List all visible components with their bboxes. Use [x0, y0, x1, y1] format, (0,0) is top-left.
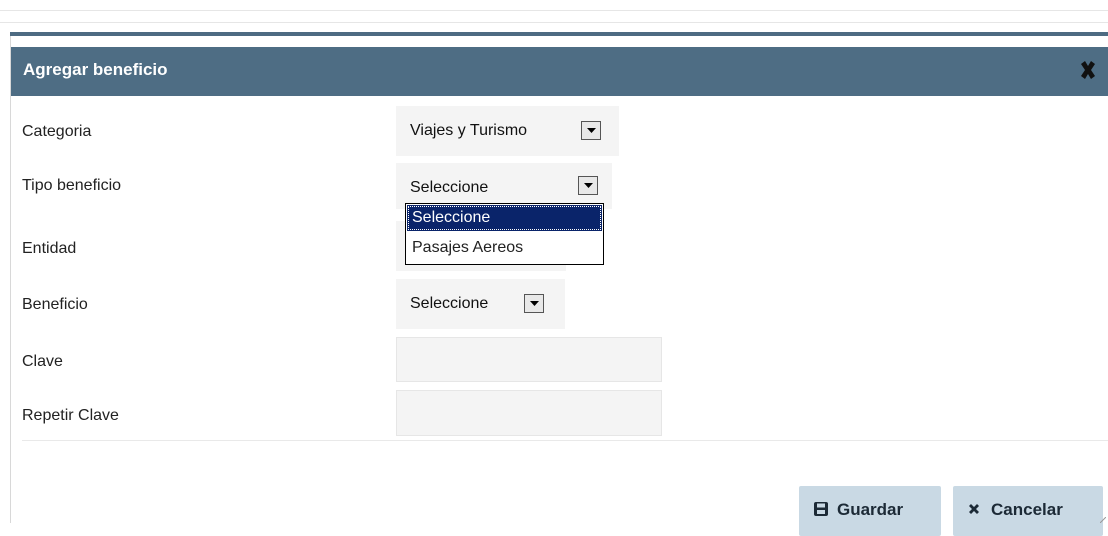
cancel-button[interactable]: Cancelar	[953, 486, 1103, 536]
tipo-beneficio-select-value: Seleccione	[410, 179, 489, 196]
chevron-down-icon[interactable]	[524, 294, 544, 313]
categoria-label: Categoria	[22, 123, 92, 140]
dropdown-option-seleccione[interactable]: Seleccione	[407, 205, 602, 231]
resize-handle-icon[interactable]	[1100, 517, 1106, 523]
cancel-button-label: Cancelar	[991, 500, 1063, 519]
x-icon	[967, 501, 981, 521]
chevron-down-icon[interactable]	[578, 176, 598, 195]
dropdown-option-pasajes-aereos[interactable]: Pasajes Aereos	[407, 235, 602, 261]
tipo-beneficio-label: Tipo beneficio	[22, 177, 122, 194]
page-background-strip	[0, 0, 1108, 28]
repetir-clave-input[interactable]	[396, 390, 662, 436]
dialog-titlebar: Agregar beneficio	[11, 47, 1108, 96]
close-icon[interactable]	[1078, 59, 1098, 81]
footer-divider	[22, 440, 1108, 441]
save-button[interactable]: Guardar	[799, 486, 941, 536]
entidad-label: Entidad	[22, 240, 77, 257]
chevron-down-icon[interactable]	[581, 121, 601, 140]
divider	[0, 10, 1108, 11]
clave-input[interactable]	[396, 337, 662, 382]
divider	[0, 22, 1108, 23]
floppy-disk-icon	[813, 501, 829, 522]
beneficio-label: Beneficio	[22, 296, 88, 313]
save-button-label: Guardar	[837, 500, 904, 519]
repetir-clave-label: Repetir Clave	[22, 407, 119, 424]
dialog-title: Agregar beneficio	[23, 60, 168, 79]
categoria-select[interactable]: Viajes y Turismo	[396, 106, 619, 156]
tipo-beneficio-dropdown-list: Seleccione Pasajes Aereos	[405, 203, 604, 265]
beneficio-select-value: Seleccione	[410, 295, 489, 312]
dialog-border	[10, 36, 11, 523]
beneficio-select[interactable]: Seleccione	[396, 279, 565, 329]
categoria-select-value: Viajes y Turismo	[410, 122, 528, 139]
clave-label: Clave	[22, 353, 63, 370]
